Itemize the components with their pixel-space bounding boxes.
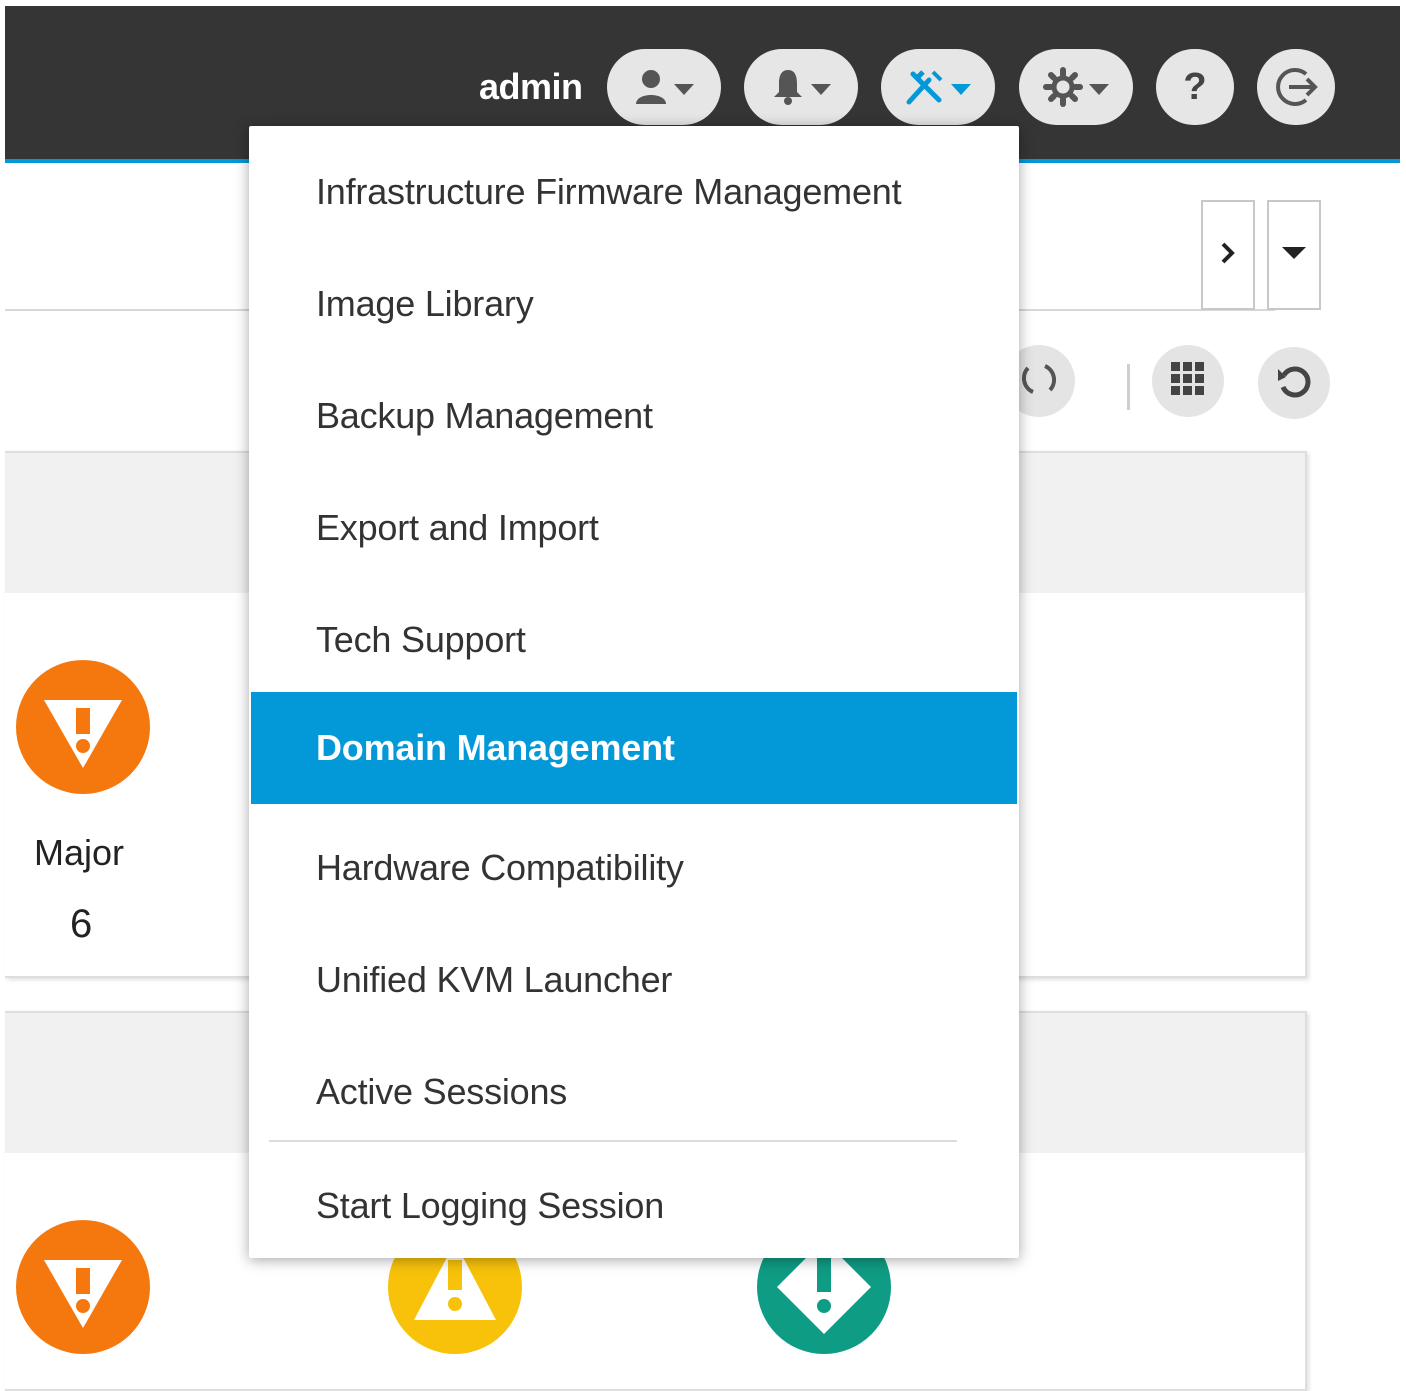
menu-item-tech-support[interactable]: Tech Support <box>251 584 1017 696</box>
menu-item-backup-management[interactable]: Backup Management <box>251 360 1017 472</box>
menu-item-active-sessions[interactable]: Active Sessions <box>251 1036 1017 1148</box>
chevron-down-icon <box>674 83 694 95</box>
menu-item-export-and-import[interactable]: Export and Import <box>251 472 1017 584</box>
major-count[interactable]: 6 <box>70 902 92 947</box>
help-button[interactable]: ? <box>1156 49 1234 125</box>
chevron-down-icon <box>811 83 831 95</box>
logout-button[interactable] <box>1257 49 1335 125</box>
refresh-icon <box>1016 356 1062 407</box>
wrench-screwdriver-icon <box>905 68 945 106</box>
next-button[interactable] <box>1201 200 1255 310</box>
settings-button[interactable] <box>1019 49 1133 125</box>
menu-item-start-logging-session[interactable]: Start Logging Session <box>251 1150 1017 1262</box>
menu-item-infrastructure-firmware-management[interactable]: Infrastructure Firmware Management <box>251 136 1017 248</box>
grid-icon <box>1169 360 1207 403</box>
username: admin <box>479 66 583 107</box>
user-menu-button[interactable] <box>607 49 721 125</box>
major-label: Major <box>34 832 125 873</box>
notifications-button[interactable] <box>744 49 858 125</box>
toolbar-separator <box>1127 364 1130 410</box>
grid-view-button[interactable] <box>1152 345 1224 417</box>
tools-button[interactable] <box>881 49 995 125</box>
menu-item-hardware-compatibility[interactable]: Hardware Compatibility <box>251 812 1017 924</box>
tools-dropdown-menu: Infrastructure Firmware Management Image… <box>249 126 1019 1258</box>
more-options-dropdown[interactable] <box>1267 200 1321 310</box>
major-alarm-icon <box>16 660 150 794</box>
chevron-down-icon <box>951 83 971 95</box>
caret-down-icon <box>1281 246 1307 265</box>
undo-icon <box>1274 361 1314 406</box>
chevron-right-icon <box>1220 241 1236 270</box>
logout-icon <box>1273 64 1319 110</box>
chevron-down-icon <box>1089 83 1109 95</box>
menu-item-unified-kvm-launcher[interactable]: Unified KVM Launcher <box>251 924 1017 1036</box>
question-icon: ? <box>1183 65 1207 108</box>
user-icon <box>634 68 668 106</box>
menu-divider <box>269 1140 957 1142</box>
reset-button[interactable] <box>1258 347 1330 419</box>
major-alarm-icon <box>16 1220 150 1354</box>
menu-item-domain-management[interactable]: Domain Management <box>251 692 1017 804</box>
menu-item-image-library[interactable]: Image Library <box>251 248 1017 360</box>
bell-icon <box>771 68 805 106</box>
gear-icon <box>1043 67 1083 107</box>
